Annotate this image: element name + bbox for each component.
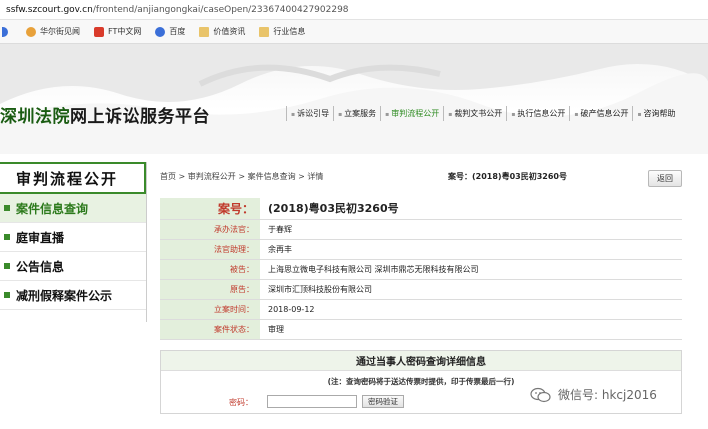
field-label: 案件状态： bbox=[160, 319, 260, 340]
field-value: 上海思立微电子科技有限公司 深圳市鼎芯无限科技有限公司 bbox=[260, 259, 682, 280]
site-icon bbox=[26, 26, 36, 37]
sidebar-title: 审判流程公开 bbox=[0, 162, 146, 194]
site-title[interactable]: 深圳法院网上诉讼服务平台 bbox=[0, 102, 210, 127]
landscape-background bbox=[0, 44, 708, 154]
folder-icon bbox=[259, 26, 270, 37]
password-query-panel: 通过当事人密码查询详细信息 (注：查询密码将于送达传票时提供，印于传票最后一行)… bbox=[160, 350, 682, 414]
folder-icon bbox=[199, 26, 210, 37]
bookmark-wallstreetcn[interactable]: 华尔街见闻 bbox=[26, 26, 80, 37]
sidebar: 审判流程公开 案件信息查询 庭审直播 公告信息 减刑假释案件公示 bbox=[0, 162, 147, 322]
password-label: 密码： bbox=[229, 398, 253, 407]
field-label: 承办法官： bbox=[160, 219, 260, 240]
table-row: 立案时间： 2018-09-12 bbox=[160, 299, 682, 320]
bookmark-folder-value[interactable]: 价值资讯 bbox=[199, 26, 245, 37]
field-value: 于春辉 bbox=[260, 219, 682, 240]
bullet-icon bbox=[4, 234, 10, 240]
sidebar-item-live-trial[interactable]: 庭审直播 bbox=[0, 223, 146, 252]
field-value: (2018)粤03民初3260号 bbox=[260, 198, 682, 220]
verify-password-button[interactable]: 密码验证 bbox=[362, 395, 404, 408]
site-header: 深圳法院网上诉讼服务平台 诉讼引导 立案服务 审判流程公开 裁判文书公开 执行信… bbox=[0, 44, 708, 154]
nav-enforcement[interactable]: 执行信息公开 bbox=[506, 106, 569, 121]
field-label: 原告： bbox=[160, 279, 260, 300]
nav-help[interactable]: 咨询帮助 bbox=[632, 106, 679, 121]
bookmark-baidu[interactable]: 百度 bbox=[155, 26, 185, 37]
nav-filing-service[interactable]: 立案服务 bbox=[333, 106, 380, 121]
field-value: 2018-09-12 bbox=[260, 299, 682, 320]
nav-trial-process[interactable]: 审判流程公开 bbox=[380, 106, 443, 121]
sidebar-item-case-query[interactable]: 案件信息查询 bbox=[0, 194, 146, 223]
case-number-header: 案号：(2018)粤03民初3260号 bbox=[448, 172, 567, 181]
field-label: 案号： bbox=[160, 198, 260, 220]
field-label: 被告： bbox=[160, 259, 260, 280]
nav-litigation-guide[interactable]: 诉讼引导 bbox=[286, 106, 333, 121]
address-bar[interactable]: ssfw.szcourt.gov.cn/frontend/anjiangongk… bbox=[0, 0, 708, 20]
back-button[interactable]: 返回 bbox=[648, 170, 682, 187]
breadcrumb[interactable]: 首页 > 审判流程公开 > 案件信息查询 > 详情 bbox=[160, 171, 323, 182]
wechat-icon bbox=[530, 387, 551, 402]
table-row: 原告： 深圳市汇顶科技股份有限公司 bbox=[160, 279, 682, 300]
bookmark-folder-industry[interactable]: 行业信息 bbox=[259, 26, 305, 37]
bookmark-partial[interactable] bbox=[2, 26, 12, 37]
table-row: 案号： (2018)粤03民初3260号 bbox=[160, 198, 682, 220]
nav-judgments[interactable]: 裁判文书公开 bbox=[443, 106, 506, 121]
table-row: 承办法官： 于春辉 bbox=[160, 219, 682, 240]
url-host: ssfw.szcourt.gov.cn bbox=[6, 4, 93, 15]
field-label: 法官助理： bbox=[160, 239, 260, 260]
field-label: 立案时间： bbox=[160, 299, 260, 320]
nav-bankruptcy[interactable]: 破产信息公开 bbox=[569, 106, 632, 121]
ft-icon bbox=[94, 26, 104, 37]
bullet-icon bbox=[4, 205, 10, 211]
baidu-icon bbox=[155, 26, 166, 37]
sidebar-item-commutation[interactable]: 减刑假释案件公示 bbox=[0, 281, 146, 310]
court-name: 深圳法院 bbox=[0, 107, 70, 127]
url-path: /frontend/anjiangongkai/caseOpen/2336740… bbox=[92, 4, 349, 15]
password-input[interactable] bbox=[267, 395, 357, 408]
table-row: 法官助理： 余再丰 bbox=[160, 239, 682, 260]
watermark-text: 微信号: hkcj2016 bbox=[558, 388, 657, 402]
globe-icon bbox=[2, 26, 8, 37]
field-value: 深圳市汇顶科技股份有限公司 bbox=[260, 279, 682, 300]
top-nav: 诉讼引导 立案服务 审判流程公开 裁判文书公开 执行信息公开 破产信息公开 咨询… bbox=[286, 106, 680, 121]
bullet-icon bbox=[4, 292, 10, 298]
table-row: 被告： 上海思立微电子科技有限公司 深圳市鼎芯无限科技有限公司 bbox=[160, 259, 682, 280]
password-query-title: 通过当事人密码查询详细信息 bbox=[161, 351, 681, 371]
wechat-watermark: 微信号: hkcj2016 bbox=[530, 386, 657, 403]
bookmark-ftchinese[interactable]: FT中文网 bbox=[94, 26, 141, 37]
bookmarks-bar: 华尔街见闻 FT中文网 百度 价值资讯 行业信息 bbox=[0, 20, 708, 44]
sidebar-item-announcements[interactable]: 公告信息 bbox=[0, 252, 146, 281]
case-info-table: 案号： (2018)粤03民初3260号 承办法官： 于春辉 法官助理： 余再丰 被告… bbox=[160, 198, 682, 340]
platform-name: 网上诉讼服务平台 bbox=[70, 107, 210, 127]
table-row: 案件状态： 审理 bbox=[160, 319, 682, 340]
bullet-icon bbox=[4, 263, 10, 269]
field-value: 余再丰 bbox=[260, 239, 682, 260]
field-value: 审理 bbox=[260, 319, 682, 340]
